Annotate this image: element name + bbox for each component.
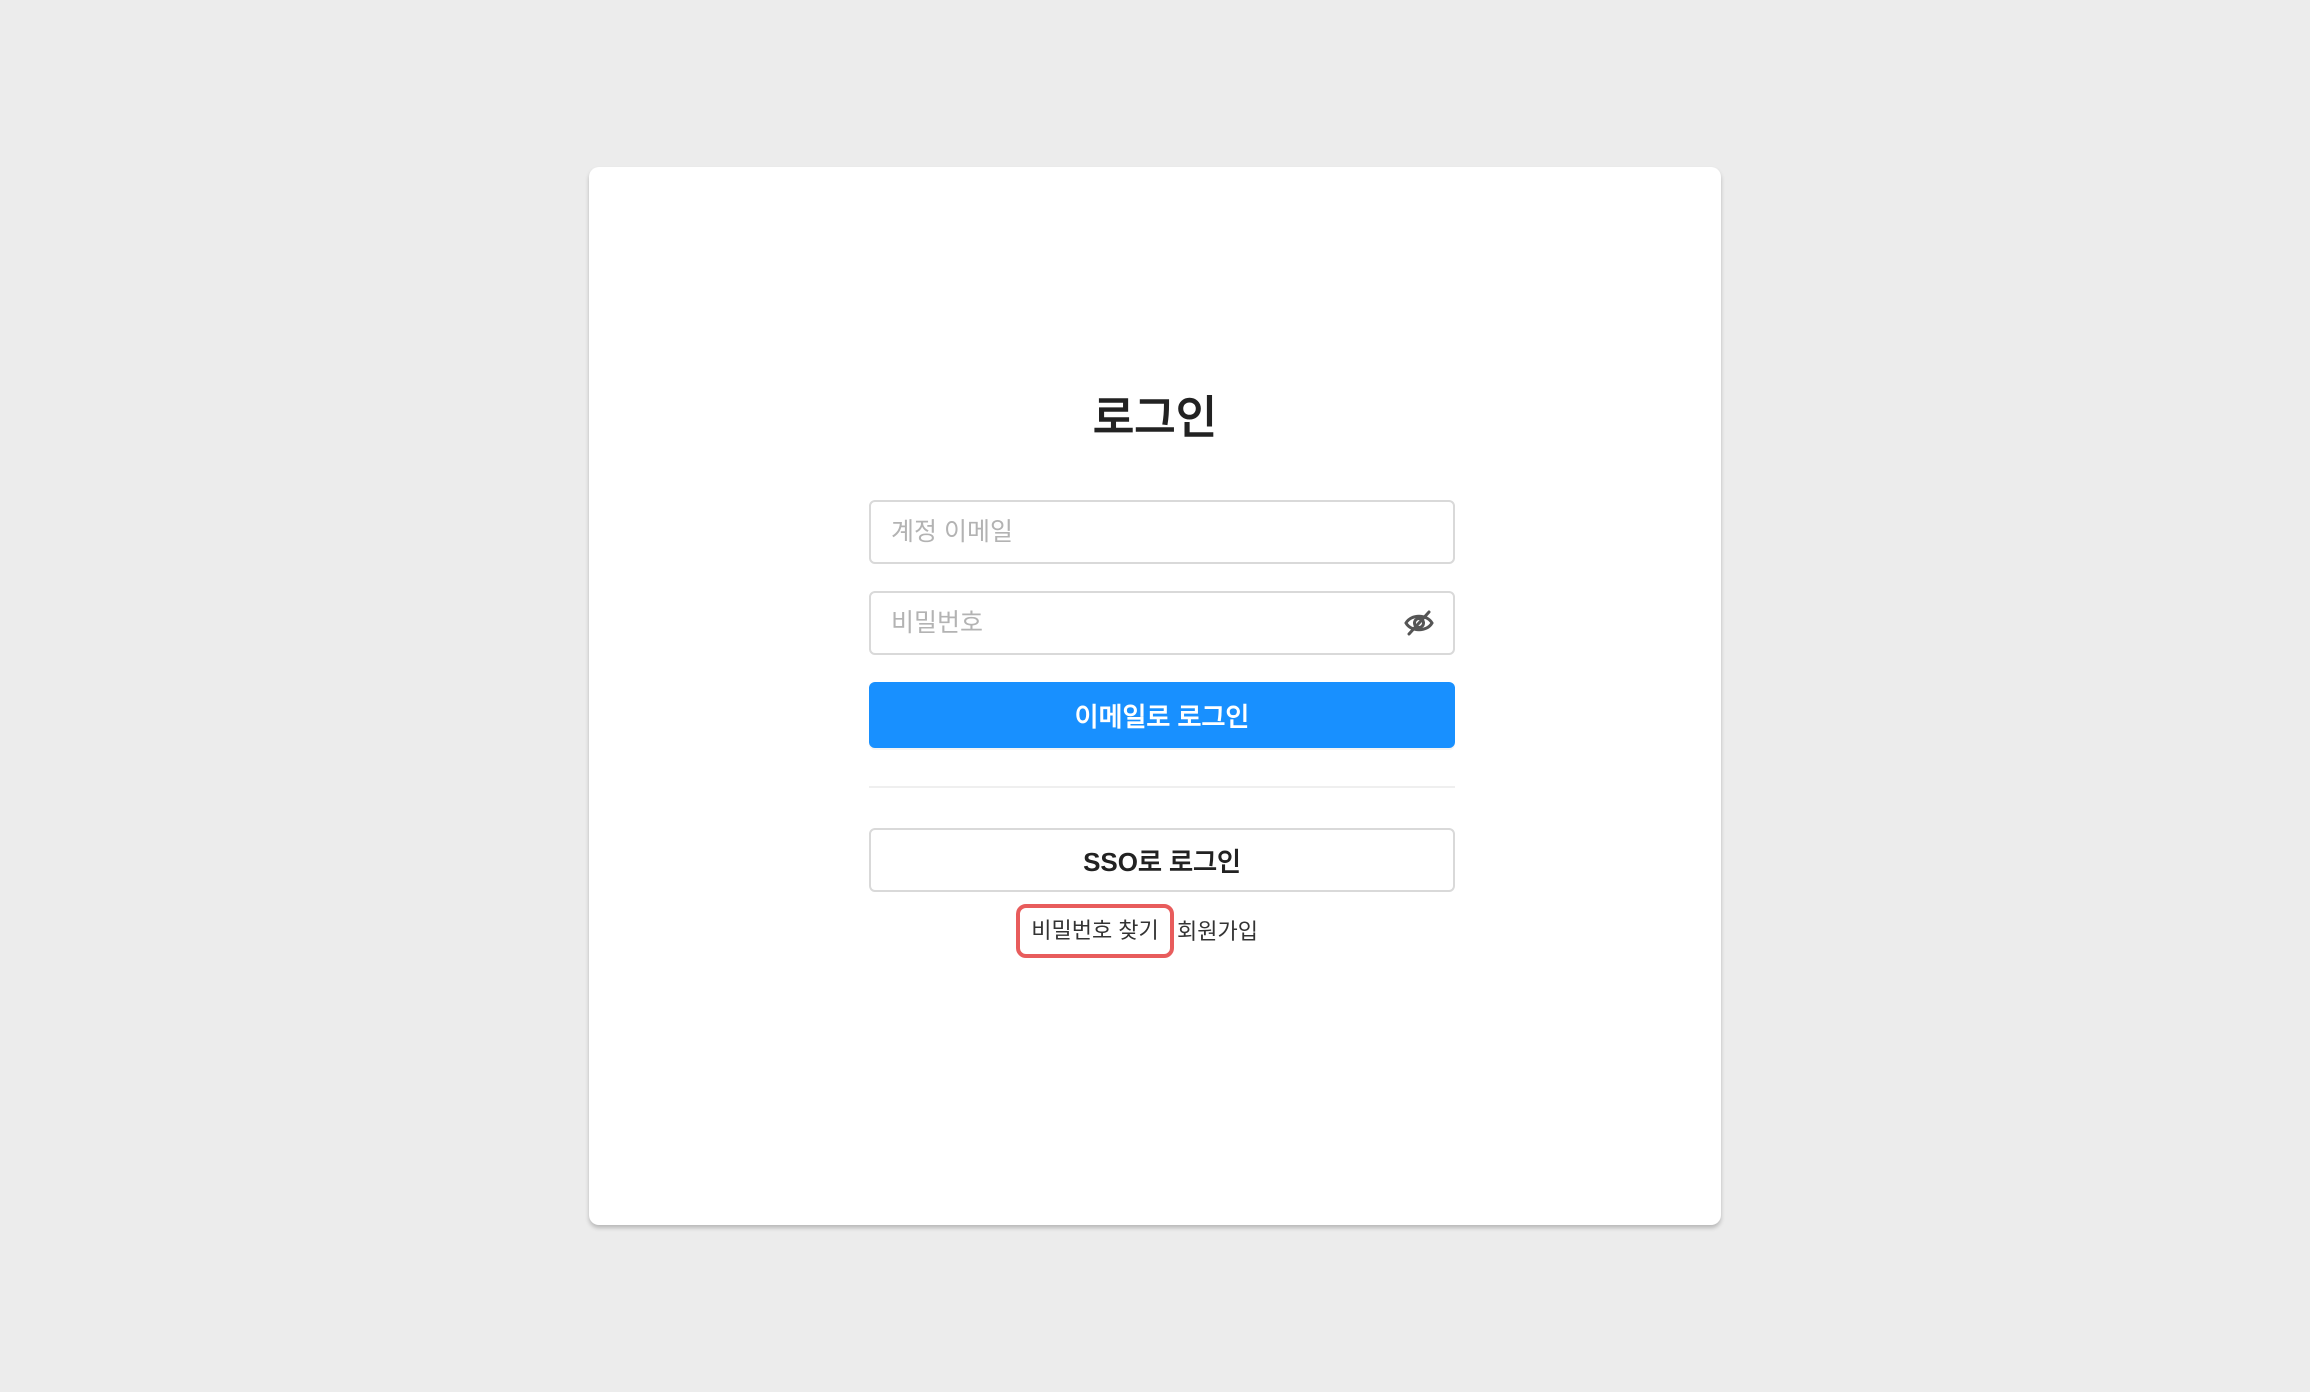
eye-off-icon[interactable] — [1403, 608, 1435, 638]
email-login-button[interactable]: 이메일로 로그인 — [869, 682, 1455, 748]
password-field[interactable] — [869, 591, 1455, 655]
signup-link[interactable]: 회원가입 — [1177, 912, 1258, 952]
login-card: 로그인 이메일로 로그인 SSO로 로그인 비밀번호 찾기 회원가입 — [589, 167, 1721, 1225]
email-field[interactable] — [869, 500, 1455, 564]
password-input[interactable] — [891, 593, 1411, 653]
auth-links: 비밀번호 찾기 회원가입 — [869, 904, 1455, 958]
email-input[interactable] — [891, 502, 1411, 562]
find-password-link[interactable]: 비밀번호 찾기 — [1016, 904, 1174, 958]
divider — [869, 786, 1455, 788]
page-title: 로그인 — [1092, 392, 1218, 443]
sso-login-button[interactable]: SSO로 로그인 — [869, 828, 1455, 892]
